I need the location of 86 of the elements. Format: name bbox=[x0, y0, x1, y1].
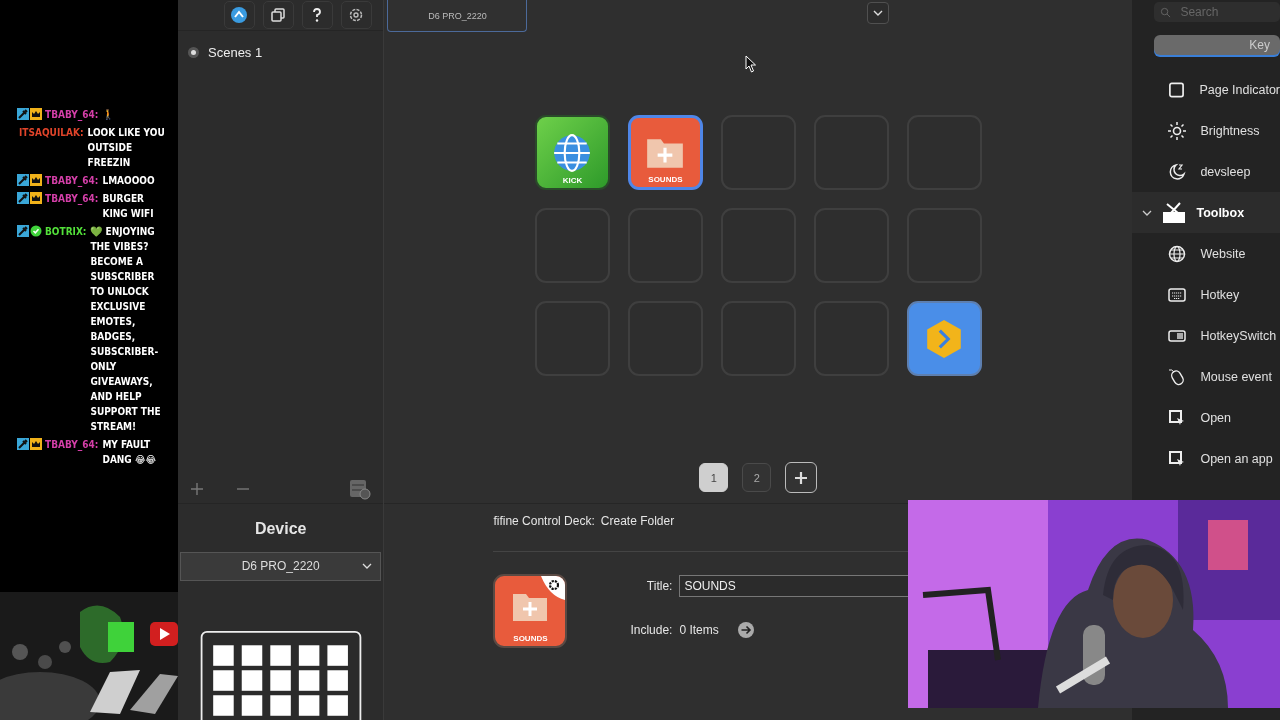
item-label: Page Indicator bbox=[1199, 82, 1280, 97]
chat-message: LOOK LIKE YOU OUTSIDE FREEZIN bbox=[87, 126, 166, 170]
settings-icon bbox=[348, 7, 365, 23]
search-icon bbox=[1160, 7, 1172, 18]
action-item[interactable]: Page Indicator bbox=[1132, 69, 1280, 110]
action-item[interactable]: HotkeySwitch bbox=[1132, 315, 1280, 356]
keyboard-icon bbox=[1168, 285, 1187, 304]
moon-icon bbox=[1168, 162, 1187, 181]
home-icon bbox=[231, 7, 248, 23]
item-label: Website bbox=[1200, 246, 1246, 261]
home-button[interactable] bbox=[223, 1, 255, 29]
page-button[interactable]: 2 bbox=[742, 463, 772, 492]
moderator-badge-icon bbox=[17, 225, 29, 237]
action-name: Create Folder bbox=[600, 514, 675, 528]
chat-message: 🚶 bbox=[102, 108, 116, 122]
item-label: HotkeySwitch bbox=[1200, 328, 1277, 343]
settings-icon[interactable] bbox=[541, 576, 566, 600]
copy-icon bbox=[270, 7, 287, 23]
mouse-cursor-icon bbox=[745, 55, 758, 73]
deck-key[interactable] bbox=[906, 301, 982, 376]
deck-key[interactable]: SOUNDS bbox=[627, 115, 703, 190]
chat-username: TBABY_64: bbox=[45, 108, 99, 122]
item-label: Mouse event bbox=[1200, 369, 1272, 384]
page-button[interactable]: 1 bbox=[699, 463, 729, 492]
app-name: fifine Control Deck: bbox=[493, 514, 595, 528]
action-item[interactable]: Hotkey bbox=[1132, 274, 1280, 315]
dropdown-button[interactable] bbox=[867, 2, 890, 24]
key-label: SOUNDS bbox=[512, 634, 549, 643]
toolbox-icon bbox=[1162, 201, 1187, 224]
item-label: Brightness bbox=[1200, 123, 1260, 138]
crown-badge-icon bbox=[30, 438, 42, 450]
verified-badge-icon bbox=[30, 225, 42, 237]
item-label: Open an app bbox=[1200, 451, 1273, 466]
action-item[interactable]: Open an app bbox=[1132, 438, 1280, 479]
moderator-badge-icon bbox=[17, 108, 29, 120]
action-item[interactable]: devsleep bbox=[1132, 151, 1280, 192]
key-label: SOUNDS bbox=[647, 175, 684, 184]
action-item[interactable]: Brightness bbox=[1132, 110, 1280, 151]
item-label: devsleep bbox=[1200, 164, 1251, 179]
item-label: Open bbox=[1200, 410, 1231, 425]
globe-icon bbox=[1168, 244, 1187, 263]
chevron-icon bbox=[1142, 209, 1153, 216]
settings-button[interactable] bbox=[340, 1, 372, 29]
item-label: Toolbox bbox=[1196, 205, 1245, 220]
chevron-icon bbox=[362, 563, 373, 570]
crown-badge-icon bbox=[30, 174, 42, 186]
device-select[interactable]: D6 PRO_2220 bbox=[180, 552, 382, 581]
action-item[interactable]: Open bbox=[1132, 397, 1280, 438]
moderator-badge-icon bbox=[17, 438, 29, 450]
chat-username: TBABY_64: bbox=[45, 192, 99, 206]
chat-message: 💚 ENJOYING THE VIBES? BECOME A SUBSCRIBER TO UNLOCK EXCLUSIVE EMOTES, BADGES, SUBSCRIBER-ONLY GIVEAWAYS, AND HELP SUPPORT THE STREAM! bbox=[90, 225, 162, 434]
key-label: KICK bbox=[561, 176, 584, 185]
sun-icon bbox=[1168, 121, 1187, 140]
field-label: Include: bbox=[629, 623, 673, 637]
mouse-icon bbox=[1168, 367, 1187, 386]
category-item[interactable]: Toolbox bbox=[1132, 192, 1280, 233]
crown-badge-icon bbox=[30, 192, 42, 204]
help-button[interactable] bbox=[301, 1, 333, 29]
square-icon bbox=[1168, 80, 1186, 99]
field-label: Title: bbox=[645, 579, 673, 593]
add-icon[interactable] bbox=[190, 482, 204, 496]
crown-badge-icon bbox=[30, 108, 42, 120]
plus-icon bbox=[794, 470, 809, 485]
moderator-badge-icon bbox=[17, 174, 29, 186]
arrow-right-icon[interactable] bbox=[737, 622, 754, 638]
search-field[interactable]: Search bbox=[1154, 2, 1280, 22]
scene-settings-icon[interactable] bbox=[349, 478, 372, 500]
action-item[interactable]: Website bbox=[1132, 233, 1280, 274]
chat-username: ITSAQUILAK: bbox=[19, 126, 84, 140]
chat-message: LMAOOOO bbox=[102, 174, 156, 188]
title-field[interactable]: SOUNDS bbox=[679, 575, 910, 597]
include-count: 0 Items bbox=[679, 623, 719, 637]
action-item[interactable]: Mouse event bbox=[1132, 356, 1280, 397]
chevron-icon bbox=[873, 10, 884, 16]
item-label: Hotkey bbox=[1200, 287, 1240, 302]
chat-username: TBABY_64: bbox=[45, 438, 99, 452]
moderator-badge-icon bbox=[17, 192, 29, 204]
copy-button[interactable] bbox=[262, 1, 294, 29]
scene-item[interactable]: Scenes 1 bbox=[178, 45, 384, 60]
device-tab[interactable]: D6 PRO_2220 bbox=[387, 0, 528, 32]
chat-message: BURGER KING WIFI bbox=[102, 192, 155, 221]
add-page-button[interactable] bbox=[785, 462, 818, 493]
chat-message: MY FAULT DANG 😂😂 bbox=[102, 438, 157, 467]
device-heading: Device bbox=[254, 520, 307, 538]
chat-username: BOTRIX: bbox=[45, 225, 87, 239]
chat-username: TBABY_64: bbox=[45, 174, 99, 188]
